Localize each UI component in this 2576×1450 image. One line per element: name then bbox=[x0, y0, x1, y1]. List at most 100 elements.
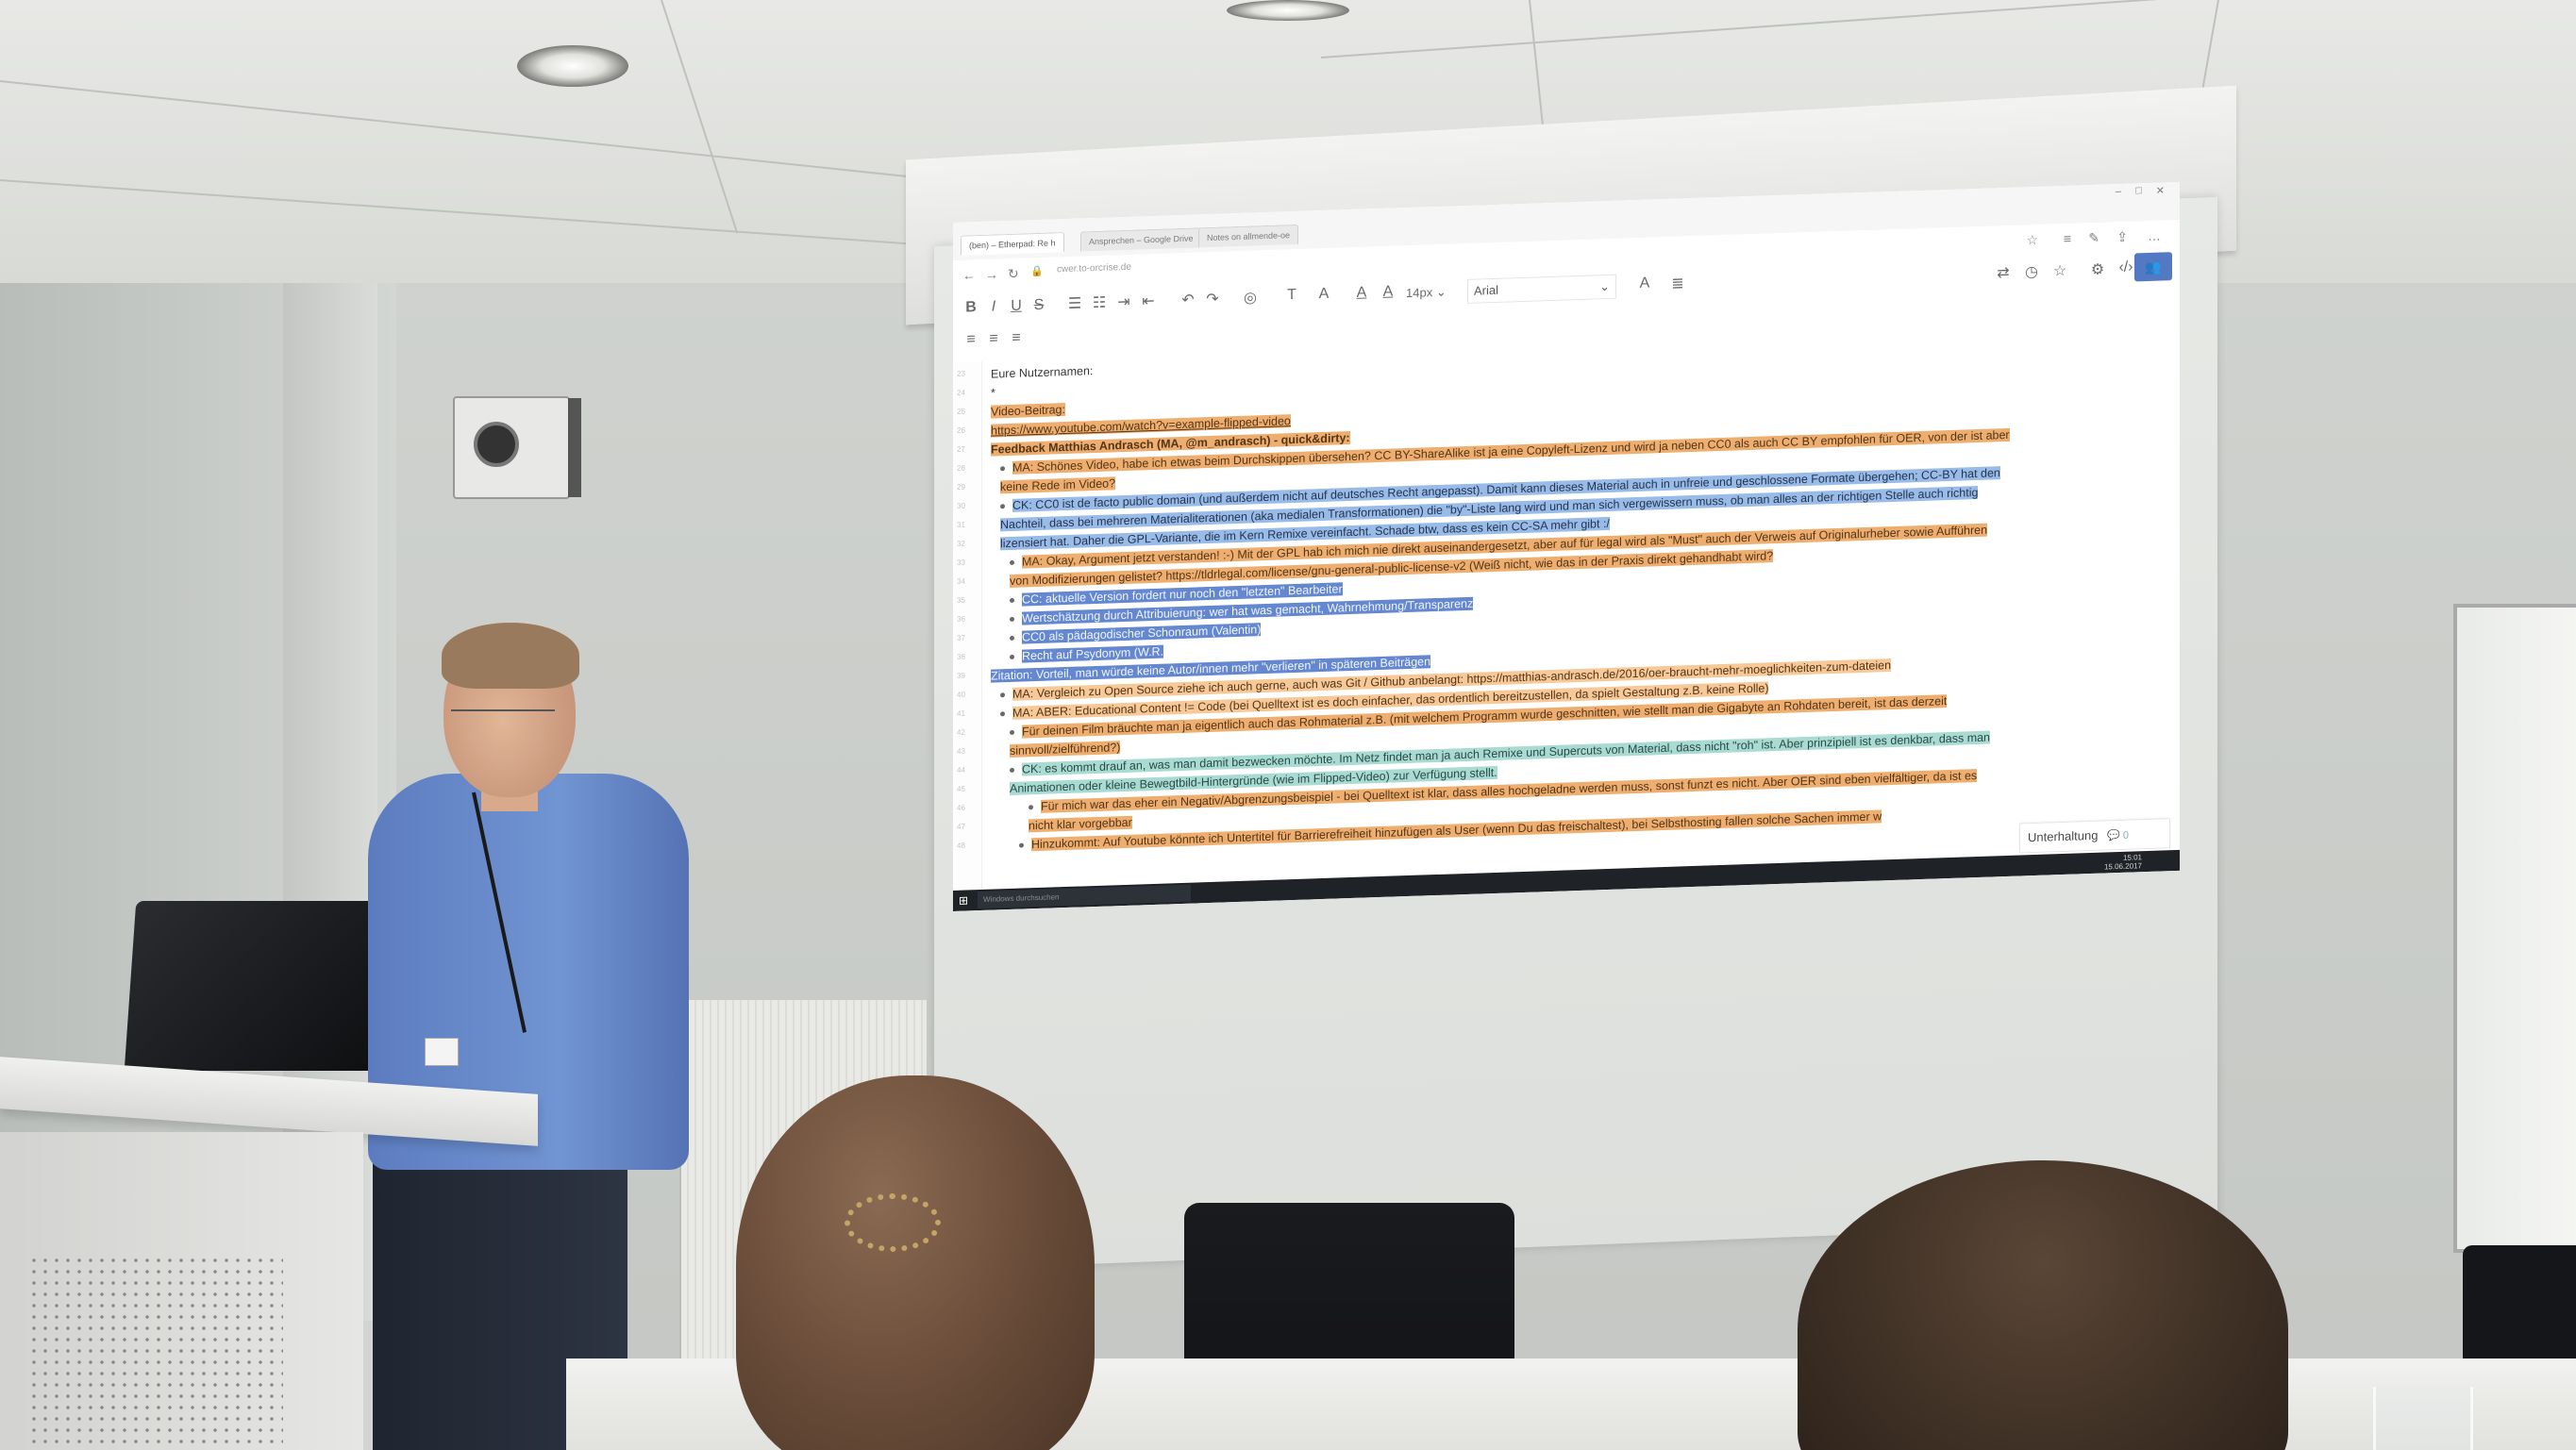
pad-line[interactable]: keine Rede im Video? bbox=[1000, 475, 1116, 494]
pad-line-text: keine Rede im Video? bbox=[1000, 476, 1116, 494]
align-center-icon[interactable]: ≡ bbox=[981, 330, 1006, 348]
pad-line[interactable]: Eure Nutzernamen: bbox=[991, 363, 1093, 382]
reload-icon[interactable]: ↻ bbox=[1008, 266, 1019, 282]
pen-icon[interactable]: ✎ bbox=[2088, 230, 2099, 246]
bullet-icon bbox=[1029, 805, 1033, 810]
taskbar-clock: 15:01 15.06.2017 bbox=[2104, 853, 2142, 871]
browser-tab[interactable]: Notes on allmende-oe bbox=[1198, 224, 1299, 248]
line-number: 42 bbox=[957, 727, 965, 737]
star-icon[interactable]: ☆ bbox=[2026, 232, 2038, 248]
users-button[interactable]: 👥 bbox=[2134, 252, 2172, 282]
settings-gear-icon[interactable]: ⚙ bbox=[2085, 259, 2110, 279]
align-left-icon[interactable]: ≡ bbox=[959, 331, 983, 349]
browser-tab[interactable]: (ben) – Etherpad: Re h bbox=[961, 232, 1064, 256]
maximize-icon[interactable]: □ bbox=[2135, 185, 2142, 196]
unordered-list-icon[interactable]: ☷ bbox=[1087, 292, 1112, 312]
clock-date: 15.06.2017 bbox=[2103, 861, 2142, 872]
chevron-down-icon: ⌄ bbox=[1599, 278, 1610, 294]
close-icon[interactable]: ✕ bbox=[2156, 184, 2165, 196]
ordered-list-icon[interactable]: ☰ bbox=[1062, 293, 1087, 313]
bold-button[interactable]: B bbox=[959, 299, 983, 317]
bullet-icon bbox=[1010, 636, 1014, 642]
font-color-icon[interactable]: A bbox=[1312, 286, 1336, 304]
text-color-icon[interactable]: A bbox=[1349, 284, 1374, 302]
line-number: 39 bbox=[957, 671, 965, 680]
line-number: 31 bbox=[957, 520, 965, 529]
align-right-icon[interactable]: ≡ bbox=[1004, 329, 1029, 347]
speaker-cone bbox=[474, 422, 519, 467]
undo-icon[interactable]: ↶ bbox=[1176, 290, 1200, 309]
clear-authorship-icon[interactable]: ◎ bbox=[1238, 288, 1263, 308]
share-icon[interactable]: ⇪ bbox=[2116, 229, 2128, 245]
text-format-icon[interactable]: T bbox=[1280, 287, 1304, 305]
more-icon[interactable]: … bbox=[2148, 228, 2161, 243]
windows-start-icon[interactable]: ⊞ bbox=[959, 893, 968, 907]
pad-line[interactable]: sinnvoll/zielführend?) bbox=[1010, 740, 1121, 758]
pad-line[interactable]: CK: es kommt drauf an, was man damit bez… bbox=[1010, 730, 1991, 777]
chat-label: Unterhaltung bbox=[2028, 827, 2099, 845]
star-icon[interactable]: ☆ bbox=[2048, 261, 2072, 281]
line-number: 48 bbox=[957, 841, 965, 850]
lectern-grille bbox=[28, 1255, 283, 1443]
browser-tab[interactable]: Ansprechen – Google Drive bbox=[1080, 227, 1202, 252]
font-size-icon[interactable]: A bbox=[1632, 275, 1657, 292]
indent-icon[interactable]: ⇥ bbox=[1112, 292, 1136, 312]
forward-arrow-icon[interactable]: → bbox=[985, 266, 998, 281]
line-number-gutter: 23 24 25 26 27 28 29 30 31 32 33 34 35 36 37 38 39 40 41 42… bbox=[953, 360, 982, 891]
outdent-icon[interactable]: ⇤ bbox=[1136, 292, 1161, 311]
line-number: 25 bbox=[957, 407, 965, 416]
pad-line-text: CC0 als pädagodischer Schonraum (Valenti… bbox=[1022, 623, 1262, 644]
lock-icon: 🔒 bbox=[1030, 265, 1044, 278]
reading-list-icon[interactable]: ≡ bbox=[2064, 231, 2071, 246]
strikethrough-button[interactable]: S bbox=[1027, 297, 1051, 315]
import-export-icon[interactable]: ⇄ bbox=[1991, 263, 2016, 283]
line-number: 41 bbox=[957, 708, 965, 718]
pad-line-text: Video-Beitrag: bbox=[991, 403, 1065, 419]
tab-label: Notes on allmende-oe bbox=[1207, 230, 1291, 243]
line-number: 29 bbox=[957, 482, 965, 492]
pad-line[interactable]: * bbox=[991, 386, 995, 401]
font-family-value: Arial bbox=[1474, 282, 1499, 298]
laptop bbox=[124, 901, 392, 1071]
wall-speaker bbox=[453, 396, 581, 499]
bullet-icon bbox=[1000, 466, 1005, 472]
minimize-icon[interactable]: – bbox=[2116, 186, 2121, 197]
align-icon[interactable]: ≣ bbox=[1665, 274, 1690, 293]
lecture-room-scene: (ben) – Etherpad: Re h Ansprechen – Goog… bbox=[0, 0, 2576, 1450]
font-family-select[interactable]: Arial ⌄ bbox=[1467, 274, 1616, 304]
pad-line[interactable]: Recht auf Psydonym (W.R. bbox=[1010, 644, 1164, 664]
italic-button[interactable]: I bbox=[981, 298, 1006, 316]
history-icon[interactable]: ◷ bbox=[2019, 262, 2044, 282]
users-icon: 👥 bbox=[2145, 258, 2162, 275]
line-number: 23 bbox=[957, 369, 965, 378]
line-number: 38 bbox=[957, 652, 965, 661]
ceiling-light bbox=[1227, 0, 1349, 21]
line-number: 45 bbox=[957, 784, 965, 793]
pad-line[interactable]: CC0 als pädagodischer Schonraum (Valenti… bbox=[1010, 622, 1262, 645]
pad-line[interactable]: Hinzukommt: Auf Youtube könnte ich Unter… bbox=[1019, 808, 1882, 852]
line-number: 36 bbox=[957, 614, 965, 624]
line-number: 44 bbox=[957, 765, 965, 775]
pad-line-text: nicht klar vorgebbar bbox=[1029, 815, 1132, 833]
pad-line[interactable]: nicht klar vorgebbar bbox=[1029, 815, 1132, 834]
pad-editor[interactable]: 23 24 25 26 27 28 29 30 31 32 33 34 35 36 37 38 39 40 41 42… bbox=[953, 321, 2180, 891]
highlight-color-icon[interactable]: A bbox=[1376, 283, 1400, 301]
font-size-select[interactable]: 14px ⌄ bbox=[1406, 281, 1463, 304]
bullet-icon bbox=[1000, 504, 1005, 509]
tab-label: (ben) – Etherpad: Re h bbox=[969, 238, 1056, 251]
hair-clip bbox=[845, 1193, 941, 1252]
chevron-down-icon: ⌄ bbox=[1435, 284, 1447, 300]
url-field[interactable]: cwer.to-orcrise.de bbox=[1057, 262, 1131, 275]
underline-button[interactable]: U bbox=[1004, 297, 1029, 315]
speaker-side bbox=[568, 398, 581, 497]
back-arrow-icon[interactable]: ← bbox=[962, 267, 976, 282]
line-number: 46 bbox=[957, 803, 965, 812]
chat-box[interactable]: Unterhaltung 💬 0 bbox=[2019, 818, 2170, 854]
redo-icon[interactable]: ↷ bbox=[1200, 289, 1225, 308]
drinking-glass bbox=[2373, 1387, 2473, 1450]
line-number: 26 bbox=[957, 425, 965, 435]
pad-line-text: Recht auf Psydonym (W.R. bbox=[1022, 644, 1164, 663]
presenter-hair bbox=[442, 623, 579, 689]
bullet-icon bbox=[1010, 768, 1014, 774]
pad-line[interactable]: Video-Beitrag: bbox=[991, 402, 1065, 420]
